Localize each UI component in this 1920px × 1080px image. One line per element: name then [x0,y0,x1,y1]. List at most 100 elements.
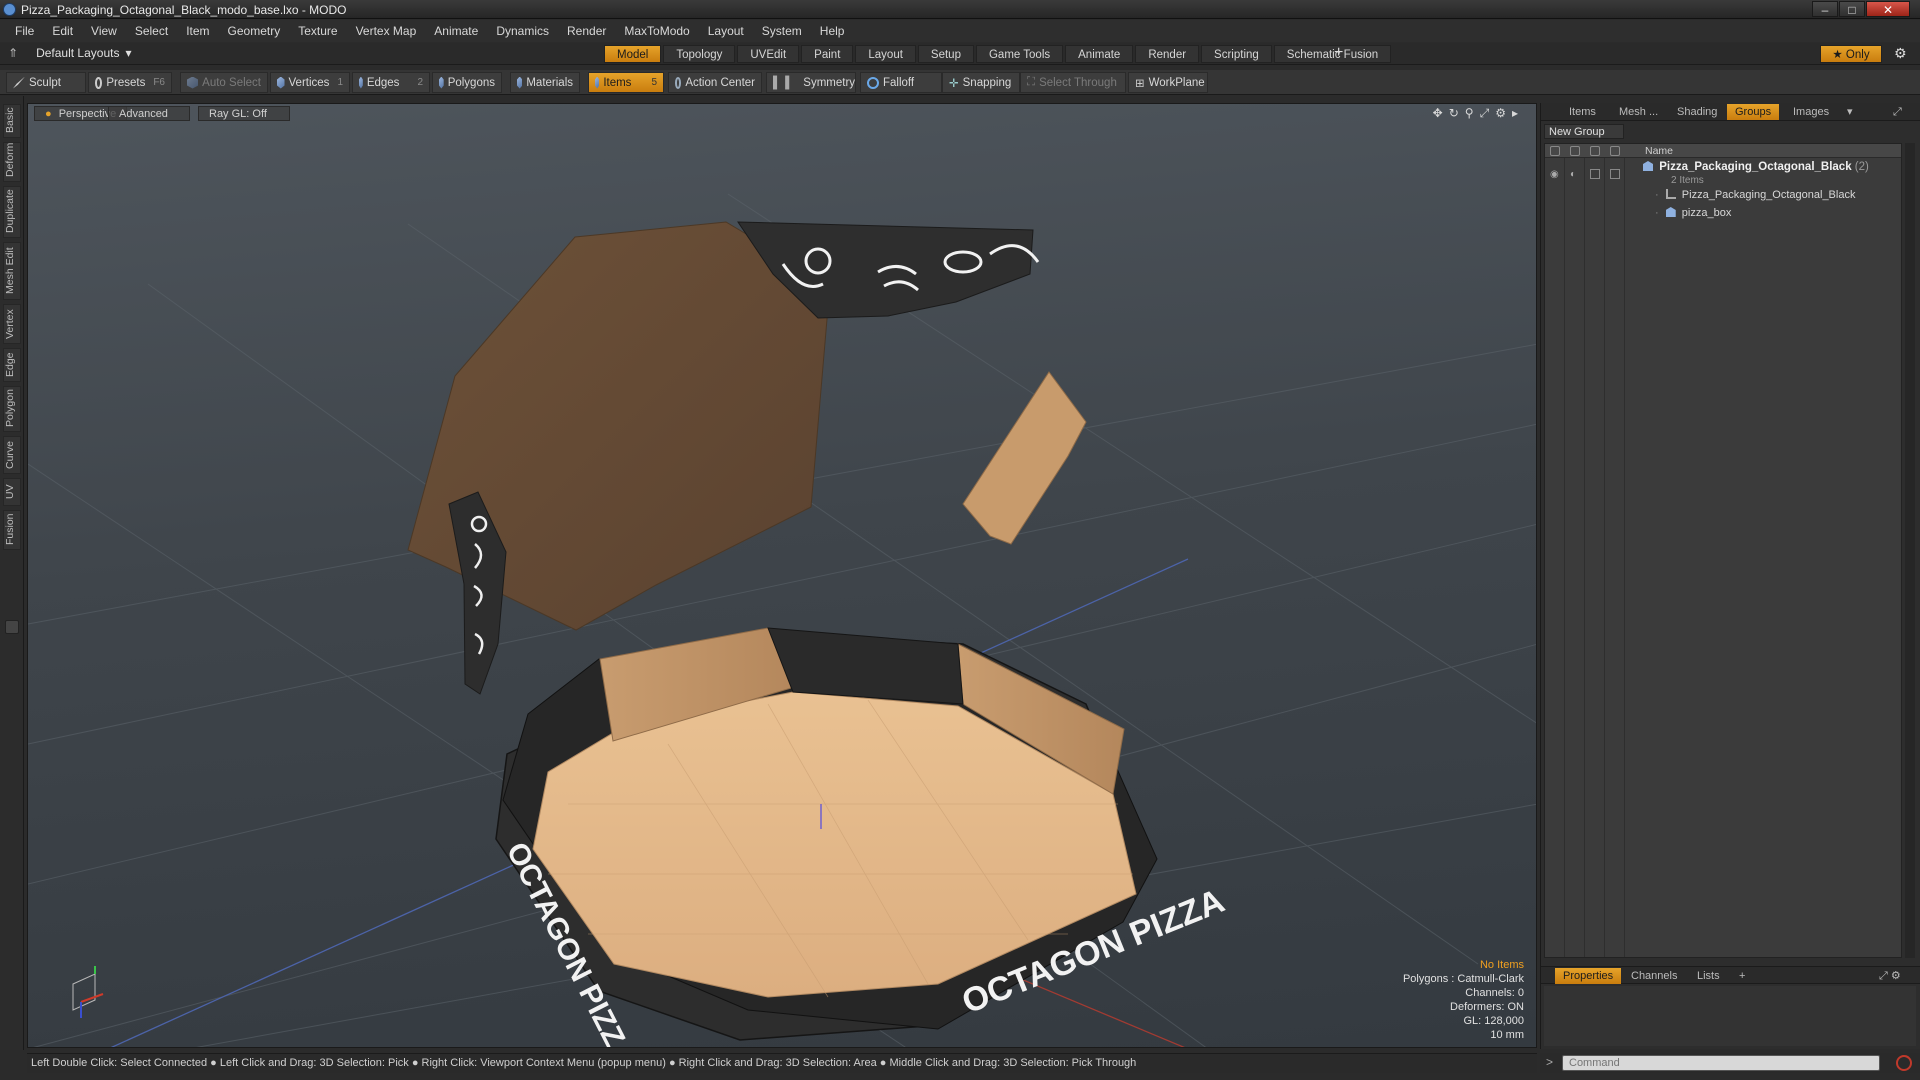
3d-viewport[interactable]: OCTAGON PIZZA OCTAGON PIZZA ● Perspectiv… [27,103,1537,1048]
tab-render[interactable]: Render [1135,45,1200,63]
command-input[interactable] [1562,1055,1880,1071]
vertices-label: Vertices [288,76,330,89]
menu-texture[interactable]: Texture [289,20,346,42]
close-icon[interactable]: ✕ [1866,1,1910,17]
symmetry-button[interactable]: ▌▐ Symmetry [766,72,856,93]
brush-icon [13,76,25,89]
presets-icon [95,76,103,89]
menu-vertex-map[interactable]: Vertex Map [347,20,426,42]
menu-system[interactable]: System [753,20,811,42]
add-tab-icon[interactable]: + [1334,44,1343,62]
zoom-icon[interactable]: ⚲ [1465,106,1474,121]
tab-schematic-fusion[interactable]: Schematic Fusion [1273,45,1392,63]
tree-scrollbar[interactable] [1905,143,1915,958]
select-through-button[interactable]: ⛶ Select Through [1020,72,1126,93]
tab-model[interactable]: Model [604,45,662,63]
workplane-button[interactable]: ⊞ WorkPlane [1128,72,1208,93]
sculpt-button[interactable]: Sculpt [6,72,86,93]
auto-select-button[interactable]: Auto Select [180,72,268,93]
group-item-count: 2 Items [1671,175,1704,186]
tab-channels[interactable]: Channels [1623,968,1685,984]
menu-dynamics[interactable]: Dynamics [487,20,558,42]
menu-maxtomodo[interactable]: MaxToModo [615,20,698,42]
select-checkbox[interactable] [1610,169,1620,179]
select-through-label: Select Through [1039,76,1117,89]
tab-shading[interactable]: Shading [1669,104,1725,120]
menu-animate[interactable]: Animate [425,20,487,42]
menu-help[interactable]: Help [811,20,854,42]
viewport-settings-icon[interactable]: ⚙ [1495,106,1506,121]
tab-images[interactable]: Images [1785,104,1837,120]
fit-icon[interactable]: ⤢ [1480,106,1490,121]
menu-file[interactable]: File [6,20,43,42]
list-item[interactable]: · pizza_box [1655,207,1731,219]
materials-button[interactable]: Materials [510,72,580,93]
group-row[interactable]: Pizza_Packaging_Octagonal_Black (2) [1643,161,1869,173]
tab-mesh[interactable]: Mesh ... [1611,104,1666,120]
tab-paint[interactable]: Paint [801,45,854,63]
tab-uvedit[interactable]: UVEdit [737,45,800,63]
snapping-button[interactable]: ✛ Snapping [942,72,1020,93]
viewport-expand-icon[interactable]: ▸ [1512,106,1518,121]
raygl-toggle[interactable]: Ray GL: Off [198,106,290,121]
tab-topology[interactable]: Topology [663,45,736,63]
modo-app-icon [3,3,16,16]
panel-toggle-icon[interactable] [5,620,19,634]
tab-properties[interactable]: Properties [1555,968,1622,984]
polygons-button[interactable]: Polygons [432,72,502,93]
menu-layout[interactable]: Layout [699,20,753,42]
menu-select[interactable]: Select [126,20,177,42]
tab-items[interactable]: Items [1561,104,1604,120]
tab-layout[interactable]: Layout [855,45,916,63]
vtab-fusion[interactable]: Fusion [3,510,21,550]
vtab-duplicate[interactable]: Duplicate [3,186,21,238]
viewport-mode-dropdown[interactable]: Advanced [108,106,190,121]
panel-expand-icon[interactable]: ⤢ [1885,104,1910,120]
vtab-mesh-edit[interactable]: Mesh Edit [3,242,21,300]
panel-expand-icon[interactable]: ⤢ ⚙ [1871,968,1909,984]
pan-icon[interactable]: ✥ [1433,106,1443,121]
items-button[interactable]: Items 5 [588,72,664,93]
minimize-icon[interactable]: – [1812,1,1838,17]
menu-item[interactable]: Item [177,20,218,42]
tab-lists[interactable]: Lists [1689,968,1728,984]
stop-icon[interactable] [1896,1055,1912,1071]
vtab-polygon[interactable]: Polygon [3,386,21,432]
tab-scripting[interactable]: Scripting [1201,45,1272,63]
vtab-vertex[interactable]: Vertex [3,304,21,344]
list-item[interactable]: · Pizza_Packaging_Octagonal_Black [1655,189,1855,201]
vtab-uv[interactable]: UV [3,478,21,506]
action-center-button[interactable]: Action Center [668,72,762,93]
vtab-curve[interactable]: Curve [3,436,21,474]
vertices-button[interactable]: Vertices 1 [270,72,350,93]
layout-dropdown[interactable]: ⇑ Default Layouts ▾ [8,46,131,60]
eye-icon[interactable]: ◉ [1550,169,1559,180]
gear-icon[interactable]: ⚙ [1894,45,1907,62]
tab-groups[interactable]: Groups [1727,104,1780,120]
edges-button[interactable]: Edges 2 [352,72,430,93]
tab-game-tools[interactable]: Game Tools [975,45,1064,63]
menu-edit[interactable]: Edit [43,20,82,42]
rotate-icon[interactable]: ↻ [1449,106,1459,121]
falloff-icon [867,76,879,89]
vtab-deform[interactable]: Deform [3,142,21,182]
presets-button[interactable]: Presets F6 [88,72,172,93]
add-tab-icon[interactable]: + [1731,968,1753,984]
items-label: Items [603,76,632,89]
lock-checkbox[interactable] [1590,169,1600,179]
maximize-icon[interactable]: □ [1839,1,1865,17]
new-group-button[interactable]: New Group [1544,124,1624,139]
menu-view[interactable]: View [82,20,126,42]
tab-animate[interactable]: Animate [1065,45,1134,63]
tabs-more-icon[interactable]: ▾ [1839,104,1861,120]
viewport-mode-label: Advanced [119,108,168,120]
menu-render[interactable]: Render [558,20,615,42]
falloff-button[interactable]: Falloff [860,72,942,93]
vtab-edge[interactable]: Edge [3,348,21,382]
only-button[interactable]: ★ Only [1820,45,1882,63]
viewport-scene: OCTAGON PIZZA OCTAGON PIZZA [28,193,1536,1047]
render-icon[interactable]: ◐ [1570,169,1576,180]
tab-setup[interactable]: Setup [917,45,974,63]
menu-geometry[interactable]: Geometry [219,20,290,42]
vtab-basic[interactable]: Basic [3,104,21,138]
